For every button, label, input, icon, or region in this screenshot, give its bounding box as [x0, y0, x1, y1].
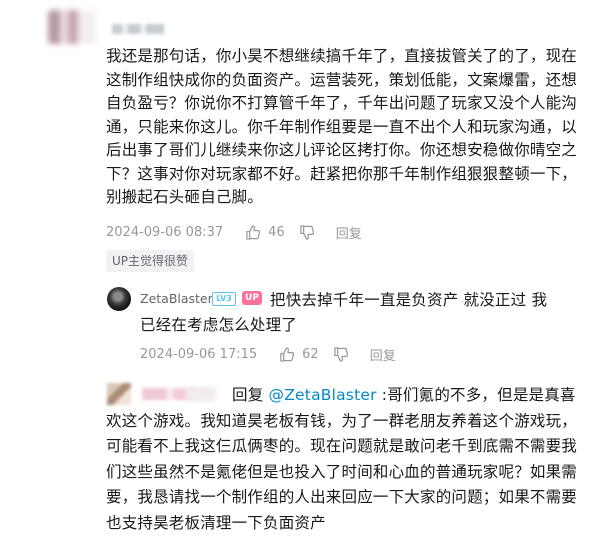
reply-username[interactable]: ZetaBlaster	[140, 291, 213, 306]
thumbs-down-icon	[299, 225, 314, 240]
up-badge: UP	[242, 291, 262, 305]
reply-button[interactable]: 回复	[336, 223, 362, 242]
reply-body: 把快去掉千年一直是负资产 就没正过 我 已经在考虑怎么处理了	[140, 288, 570, 338]
up-liked-tag: UP主觉得很赞	[106, 250, 195, 272]
reply-meta: 2024-09-06 17:15 62 回复	[140, 345, 396, 364]
reply-like-count: 62	[302, 347, 319, 362]
mention-link[interactable]: @ZetaBlaster	[269, 386, 377, 404]
reply-time: 2024-09-06 17:15	[140, 347, 258, 362]
thumbs-up-icon	[280, 347, 295, 362]
reply-reply-button[interactable]: 回复	[370, 345, 396, 364]
dislike-button[interactable]	[299, 225, 314, 240]
reply-like-button[interactable]: 62	[279, 347, 319, 362]
comment-body: 我还是那句话，你小昊不想继续搞千年了，直接拔管关了的了，现在这制作组快成你的负面…	[106, 47, 578, 206]
reply2-text: :哥们氪的不多，但是是真喜欢这个游戏。我知道昊老板有钱，为了一群老朋友养着这个游…	[106, 386, 578, 532]
reply-line-1: 把快去掉千年一直是负资产 就没正过 我	[270, 291, 548, 309]
thumbs-up-icon	[246, 225, 261, 240]
commenter-avatar[interactable]	[48, 10, 96, 44]
reply2-prefix: 回复	[232, 386, 269, 404]
reply-line-2: 已经在考虑怎么处理了	[140, 316, 298, 334]
reply2-body: 回复 @ZetaBlaster :哥们氪的不多，但是是真喜欢这个游戏。我知道昊老…	[106, 383, 586, 536]
like-button[interactable]: 46	[245, 225, 285, 240]
reply-avatar[interactable]	[107, 287, 131, 311]
comment-time: 2024-09-06 08:37	[106, 225, 224, 240]
level-badge: LV3	[212, 292, 236, 306]
commenter-name[interactable]	[112, 24, 164, 34]
like-count: 46	[268, 225, 285, 240]
thumbs-down-icon	[333, 347, 348, 362]
reply-dislike-button[interactable]	[333, 347, 348, 362]
comment-meta: 2024-09-06 08:37 46 回复	[106, 223, 362, 242]
